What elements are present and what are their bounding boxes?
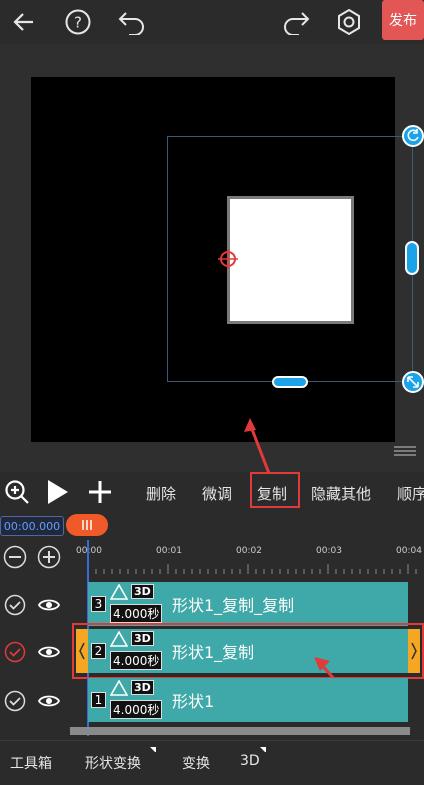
clip-duration: 4.000秒 — [110, 604, 163, 623]
timeline-scrollbar[interactable] — [70, 727, 410, 735]
timeline-ruler[interactable]: 00:00 00:01 00:02 00:03 00:04 — [70, 540, 424, 576]
clip-name: 形状1_复制_复制 — [172, 596, 295, 615]
playhead-handle[interactable] — [66, 514, 108, 536]
edit-toolbar: 删除 微调 复制 隐藏其他 顺序 — [0, 472, 424, 512]
tab-3d[interactable]: 3D — [240, 753, 260, 769]
order-button[interactable]: 顺序 — [397, 483, 424, 504]
layer-index-badge: 2 — [91, 643, 106, 659]
top-bar: ? 发布 — [0, 0, 424, 44]
menu-lines-icon[interactable] — [394, 442, 416, 456]
fine-tune-button[interactable]: 微调 — [202, 483, 232, 504]
ruler-tick-label: 00:02 — [236, 546, 262, 556]
layer-index-badge: 1 — [91, 692, 106, 708]
check-circle-icon[interactable] — [4, 594, 26, 616]
tab-transform[interactable]: 变换 — [182, 753, 210, 773]
clip-name: 形状1 — [172, 692, 215, 711]
copy-button[interactable]: 复制 — [257, 483, 287, 504]
shape-triangle-icon — [109, 679, 129, 696]
three-d-badge: 3D — [131, 631, 154, 646]
timeline-clip[interactable]: 3 3D 4.000秒 形状1_复制_复制 — [88, 582, 408, 626]
undo-icon[interactable] — [114, 4, 150, 40]
ruler-tick-label: 00:04 — [396, 546, 422, 556]
clip-duration: 4.000秒 — [110, 700, 163, 719]
shape-triangle-icon — [109, 583, 129, 600]
anchor-crosshair-icon[interactable] — [218, 249, 238, 269]
clip-trim-right-handle[interactable] — [408, 629, 420, 673]
tab-toolbox[interactable]: 工具箱 — [10, 753, 52, 773]
check-circle-icon[interactable] — [4, 690, 26, 712]
track-row: 1 3D 4.000秒 形状1 — [0, 678, 424, 726]
shape-triangle-icon — [109, 630, 129, 647]
current-time-display: 00:00.000 — [0, 516, 64, 536]
timeline-clip[interactable]: 1 3D 4.000秒 形状1 — [88, 678, 408, 722]
ruler-tick-label: 00:03 — [316, 546, 342, 556]
publish-button[interactable]: 发布 — [382, 0, 424, 40]
clip-trim-left-handle[interactable] — [76, 629, 88, 673]
redo-icon[interactable] — [278, 4, 314, 40]
dropdown-corner-icon — [260, 747, 266, 753]
hide-others-button[interactable]: 隐藏其他 — [311, 483, 371, 504]
svg-text:?: ? — [74, 14, 82, 32]
back-arrow-icon[interactable] — [6, 4, 42, 40]
visibility-eye-icon[interactable] — [37, 596, 61, 614]
resize-width-handle[interactable] — [405, 241, 419, 275]
time-bar: 00:00.000 — [0, 512, 424, 540]
zoom-in-icon[interactable] — [4, 479, 30, 505]
help-icon[interactable]: ? — [60, 4, 96, 40]
dropdown-corner-icon — [150, 747, 156, 753]
resize-height-handle[interactable] — [272, 376, 308, 388]
settings-gear-icon[interactable] — [331, 4, 367, 40]
visibility-eye-icon[interactable] — [37, 643, 61, 661]
timeline-zoom-in-icon[interactable] — [37, 545, 61, 569]
check-circle-selected-icon[interactable] — [4, 641, 26, 663]
shape-white-rectangle[interactable] — [227, 196, 354, 324]
clip-duration: 4.000秒 — [110, 651, 163, 670]
three-d-badge: 3D — [131, 680, 154, 695]
ruler-tick-label: 00:01 — [156, 546, 182, 556]
clip-name: 形状1_复制 — [172, 643, 255, 662]
play-icon[interactable] — [46, 479, 70, 505]
layer-index-badge: 3 — [91, 596, 106, 612]
annotation-arrow-icon — [244, 418, 272, 477]
tab-shape-transform[interactable]: 形状变换 — [85, 753, 141, 773]
rotate-handle-icon[interactable] — [402, 125, 424, 147]
delete-button[interactable]: 删除 — [146, 483, 176, 504]
add-icon[interactable] — [87, 479, 113, 505]
bottom-tab-bar: 工具箱 形状变换 变换 3D — [0, 740, 424, 785]
ruler-ticks — [87, 564, 417, 574]
visibility-eye-icon[interactable] — [37, 692, 61, 710]
timeline-zoom-out-icon[interactable] — [3, 545, 27, 569]
scale-handle-icon[interactable] — [402, 371, 424, 393]
three-d-badge: 3D — [131, 584, 154, 599]
